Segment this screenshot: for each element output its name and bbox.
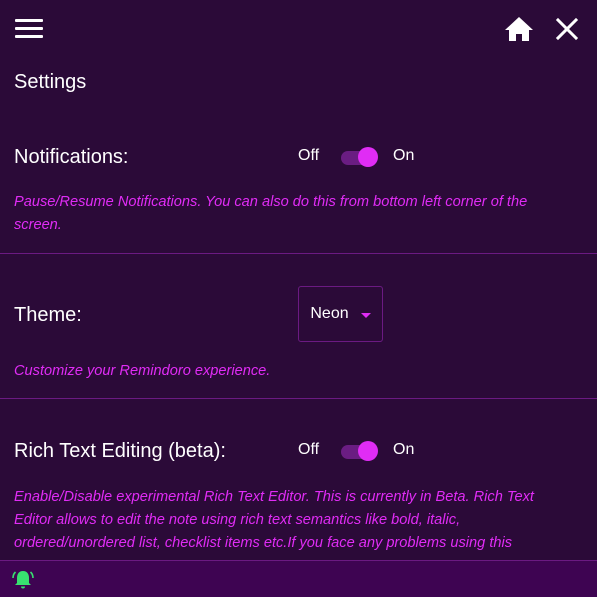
home-icon[interactable]: [504, 14, 534, 44]
hamburger-menu-icon[interactable]: [15, 18, 45, 40]
notifications-label: Notifications:: [14, 146, 129, 168]
rich-text-label: Rich Text Editing (beta):: [14, 440, 226, 462]
rich-text-toggle[interactable]: [339, 440, 379, 461]
page-title: Settings: [14, 71, 87, 93]
theme-selected-value: Neon: [310, 305, 349, 322]
footer-bar: [0, 560, 597, 597]
notifications-toggle-group: Off On: [298, 144, 414, 168]
notifications-off-label: Off: [298, 147, 320, 164]
toggle-knob: [358, 147, 379, 167]
rich-text-description: Enable/Disable experimental Rich Text Ed…: [14, 489, 534, 551]
rich-text-off-label: Off: [298, 441, 320, 458]
caret-down-icon: [360, 312, 371, 318]
notifications-toggle[interactable]: [339, 146, 379, 167]
close-icon[interactable]: [554, 16, 580, 42]
theme-description: Customize your Remindoro experience.: [14, 363, 271, 379]
toggle-knob: [358, 441, 379, 461]
notification-bell-icon[interactable]: [12, 569, 34, 591]
top-bar: [0, 0, 597, 60]
divider: [0, 253, 597, 254]
notifications-on-label: On: [393, 147, 415, 164]
rich-text-on-label: On: [393, 441, 415, 458]
divider: [0, 398, 597, 399]
theme-label: Theme:: [14, 304, 82, 326]
rich-text-toggle-group: Off On: [298, 438, 414, 462]
notifications-description: Pause/Resume Notifications. You can also…: [14, 194, 528, 233]
theme-select[interactable]: Neon: [298, 286, 383, 342]
